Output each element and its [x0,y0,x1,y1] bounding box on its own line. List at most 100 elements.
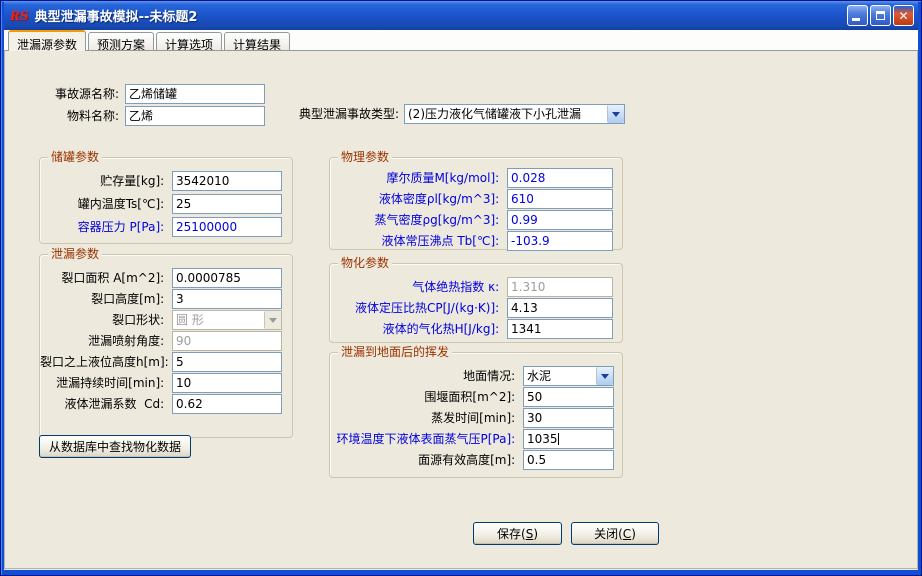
field-row: 裂口高度[m]: 3 [40,289,292,309]
save-button-label: 保存(S) [497,527,538,541]
accident-source-name-label: 事故源名称: [54,87,119,101]
text-input[interactable]: -103.9 [507,231,613,251]
field-label: 环境温度下液体表面蒸气压P[Pa]: [336,432,519,446]
field-row: 面源有效高度[m]: 0.5 [330,450,622,470]
accident-type-dropdown[interactable]: (2)压力液化气储罐液下小孔泄漏 [404,104,625,124]
field-label: 泄漏持续时间[min]: [56,376,168,390]
tab-calc-options[interactable]: 计算选项 [156,32,223,52]
group-physchem-params: 物化参数 气体绝热指数 κ: 1.310 液体定压比热CP[J/(kg·K)]: … [329,256,623,343]
lookup-database-button-label: 从数据库中查找物化数据 [48,440,181,454]
field-label: 蒸发时间[min]: [431,411,519,425]
field-row: 围堰面积[m^2]: 50 [330,387,622,407]
text-input[interactable]: 0.5 [523,450,614,470]
text-input[interactable]: 5 [172,352,282,372]
field-label: 液体的气化热H[J/kg]: [382,322,503,336]
text-input[interactable]: 1035 [523,429,614,449]
field-row: 液体常压沸点 Tb[℃]: -103.9 [330,231,622,251]
title-bar[interactable]: RS 典型泄漏事故模拟--未标题2 ✕ [4,1,918,30]
field-label: 摩尔质量M[kg/mol]: [386,171,503,185]
text-input[interactable]: 25 [172,194,282,214]
close-dialog-button-label: 关闭(C) [594,527,636,541]
field-row: 蒸发时间[min]: 30 [330,408,622,428]
minimize-button[interactable] [847,5,868,26]
group-ground-evaporation: 泄漏到地面后的挥发 地面情况: 水泥 围堰面积[m^2]: 50 蒸发时间[min]… [329,345,623,478]
field-row: 气体绝热指数 κ: 1.310 [330,277,622,297]
text-input[interactable]: 0.028 [507,168,613,188]
tab-calc-results[interactable]: 计算结果 [224,32,291,52]
tab-bar: 泄漏源参数 预测方案 计算选项 计算结果 [4,30,918,52]
field-row: 液体泄漏系数 Cd: 0.62 [40,394,292,414]
field-label: 裂口高度[m]: [91,292,168,306]
field-label: 容器压力 P[Pa]: [77,220,168,234]
text-input[interactable]: 25100000 [172,217,282,237]
client-area: 泄漏源参数 预测方案 计算选项 计算结果 事故源名称: 乙烯储罐 物料名称: 乙… [4,30,918,570]
text-input[interactable]: 0.62 [172,394,282,414]
text-input[interactable]: 610 [507,189,613,209]
field-row: 罐内温度Ts[℃]: 25 [40,194,292,214]
chevron-down-icon[interactable] [607,105,624,123]
text-input[interactable]: 1341 [507,319,613,339]
group-physical-params: 物理参数 摩尔质量M[kg/mol]: 0.028 液体密度ρl[kg/m^3]:… [329,150,623,251]
field-label: 液体密度ρl[kg/m^3]: [378,192,503,206]
field-label: 泄漏喷射角度: [88,334,168,348]
dropdown[interactable]: 水泥 [523,366,614,386]
text-input[interactable]: 4.13 [507,298,613,318]
field-row: 摩尔质量M[kg/mol]: 0.028 [330,168,622,188]
text-input[interactable]: 0.0000785 [172,268,282,288]
accident-source-name-input[interactable]: 乙烯储罐 [125,84,265,104]
lookup-database-button[interactable]: 从数据库中查找物化数据 [39,435,191,458]
tab-leak-source-params[interactable]: 泄漏源参数 [8,30,87,52]
tab-prediction-plan[interactable]: 预测方案 [88,32,155,52]
text-input[interactable]: 0.99 [507,210,613,230]
field-row: 裂口面积 A[m^2]: 0.0000785 [40,268,292,288]
close-icon: ✕ [898,8,909,23]
app-icon: RS [10,8,29,23]
field-row: 容器压力 P[Pa]: 25100000 [40,217,292,237]
accident-type-label: 典型泄漏事故类型: [298,107,399,121]
field-label: 液体常压沸点 Tb[℃]: [381,234,503,248]
field-label: 围堰面积[m^2]: [424,390,519,404]
field-row: 裂口形状: 圆 形 [40,310,292,330]
dropdown-value: 圆 形 [176,313,204,327]
field-row: 液体密度ρl[kg/m^3]: 610 [330,189,622,209]
dropdown-value: 水泥 [527,369,552,383]
maximize-icon [876,11,885,20]
field-label: 裂口之上液位高度h[m]: [40,355,173,369]
text-input[interactable]: 10 [172,373,282,393]
material-name-label: 物料名称: [66,109,119,123]
chevron-down-icon[interactable] [596,367,613,385]
field-label: 裂口面积 A[m^2]: [61,271,168,285]
text-input[interactable]: 3542010 [172,171,282,191]
group-leak-params: 泄漏参数 裂口面积 A[m^2]: 0.0000785 裂口高度[m]: 3 裂口形… [39,247,293,438]
field-label: 面源有效高度[m]: [418,453,519,467]
window-controls: ✕ [847,5,914,26]
window-title: 典型泄漏事故模拟--未标题2 [34,10,198,25]
field-row: 裂口之上液位高度h[m]: 5 [40,352,292,372]
field-label: 液体泄漏系数 Cd: [64,397,168,411]
minimize-icon [852,18,860,21]
text-input: 90 [172,331,282,351]
field-row: 液体定压比热CP[J/(kg·K)]: 4.13 [330,298,622,318]
chevron-down-icon [264,311,281,329]
field-label: 气体绝热指数 κ: [412,280,503,294]
app-window: RS 典型泄漏事故模拟--未标题2 ✕ 泄漏源参数 预测方案 计算选项 计算结果… [0,0,922,576]
field-label: 地面情况: [463,369,519,383]
material-name-input[interactable]: 乙烯 [125,106,265,126]
field-label: 罐内温度Ts[℃]: [77,197,168,211]
text-cursor [557,433,559,445]
group-tank-params: 储罐参数 贮存量[kg]: 3542010 罐内温度Ts[℃]: 25 容器压力 P… [39,150,293,244]
field-label: 贮存量[kg]: [100,174,168,188]
dropdown: 圆 形 [172,310,282,330]
text-input[interactable]: 30 [523,408,614,428]
field-row: 贮存量[kg]: 3542010 [40,171,292,191]
close-button[interactable]: ✕ [893,5,914,26]
field-label: 裂口形状: [112,313,168,327]
text-input[interactable]: 50 [523,387,614,407]
field-row: 液体的气化热H[J/kg]: 1341 [330,319,622,339]
field-row: 蒸气密度ρg[kg/m^3]: 0.99 [330,210,622,230]
save-button[interactable]: 保存(S) [473,522,562,545]
maximize-button[interactable] [870,5,891,26]
text-input[interactable]: 3 [172,289,282,309]
text-input: 1.310 [507,277,613,297]
close-dialog-button[interactable]: 关闭(C) [571,522,659,545]
